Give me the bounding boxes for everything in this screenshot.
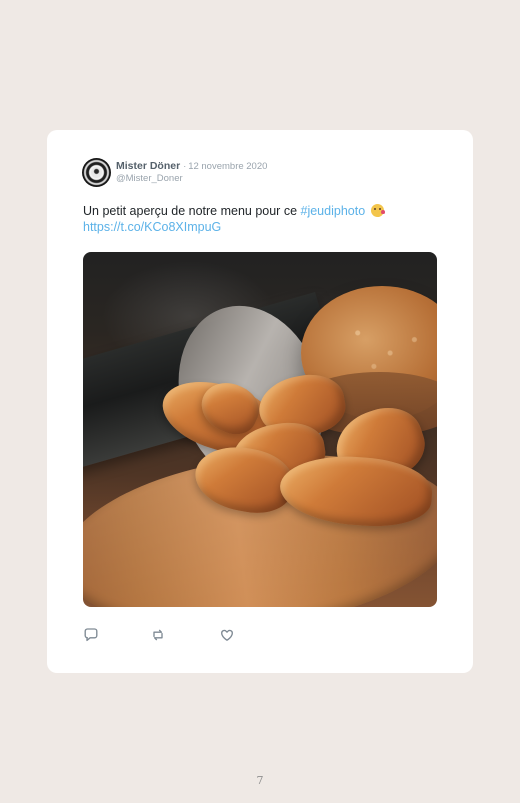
tweet-link[interactable]: https://t.co/KCo8XImpuG bbox=[83, 220, 221, 234]
winking-kiss-emoji-icon bbox=[370, 204, 385, 217]
profile-avatar[interactable] bbox=[82, 157, 111, 187]
like-icon-svg bbox=[221, 629, 233, 641]
tweet-photo[interactable] bbox=[83, 252, 437, 607]
retweet-icon[interactable] bbox=[150, 627, 166, 643]
like-icon[interactable] bbox=[219, 627, 235, 643]
meta-separator: · bbox=[183, 160, 187, 171]
tweet-text: Un petit aperçu de notre menu pour ce #j… bbox=[83, 203, 443, 235]
author-line: Mister Döner · 12 novembre 2020 bbox=[116, 160, 267, 173]
tweet-text-prefix: Un petit aperçu de notre menu pour ce bbox=[83, 204, 301, 218]
reply-icon[interactable] bbox=[83, 627, 99, 643]
tweet-date[interactable]: 12 novembre 2020 bbox=[188, 161, 267, 173]
hashtag-link[interactable]: #jeudiphoto bbox=[301, 204, 366, 218]
page-number: 7 bbox=[256, 774, 264, 787]
retweet-icon-svg bbox=[153, 629, 163, 641]
tweet-card: Mister Döner · 12 novembre 2020 @Mister_… bbox=[47, 130, 473, 673]
author-meta: Mister Döner · 12 novembre 2020 @Mister_… bbox=[116, 160, 267, 185]
author-name[interactable]: Mister Döner bbox=[116, 160, 180, 172]
author-handle[interactable]: @Mister_Doner bbox=[116, 173, 267, 185]
tweet-header: Mister Döner · 12 novembre 2020 @Mister_… bbox=[82, 157, 267, 187]
tweet-actions bbox=[83, 627, 253, 647]
reply-icon-svg bbox=[84, 628, 98, 642]
avatar-logo-icon bbox=[91, 166, 102, 178]
